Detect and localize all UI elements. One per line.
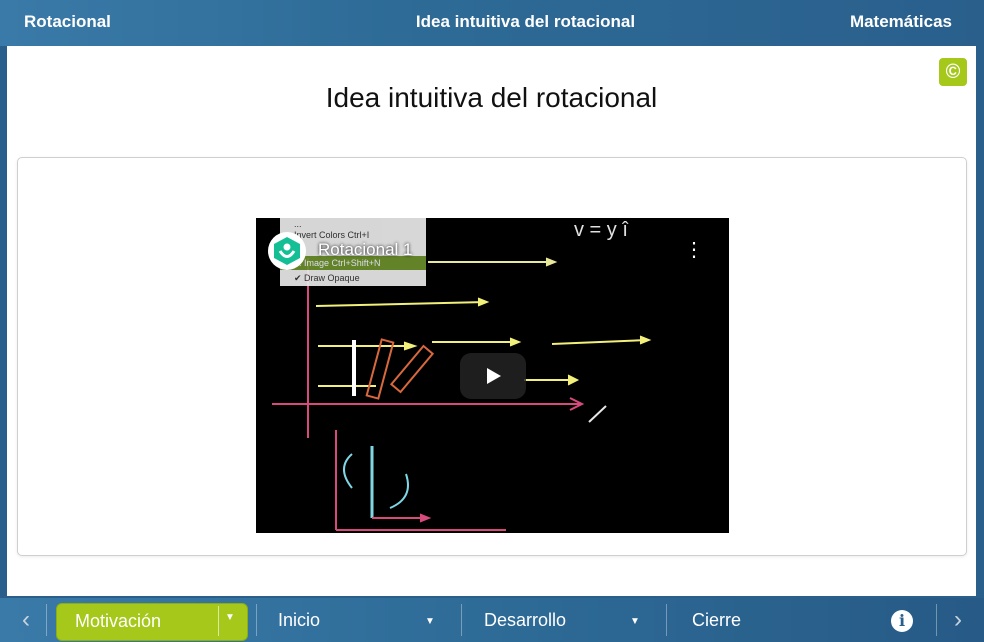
play-button[interactable] (460, 353, 526, 399)
tab-desarrollo[interactable]: Desarrollo (484, 604, 566, 636)
chevron-down-icon[interactable]: ▼ (425, 616, 435, 627)
tab-inicio[interactable]: Inicio (278, 604, 320, 636)
chevron-down-icon[interactable]: ▼ (225, 612, 235, 623)
tab-motivacion-label: Motivación (75, 611, 162, 631)
tab-motivacion[interactable]: Motivación ▼ (56, 603, 248, 641)
content-area: Idea intuitiva del rotacional © v = y î … (7, 46, 976, 596)
copyright-icon[interactable]: © (939, 58, 967, 86)
video-title[interactable]: Rotacional 1 (318, 240, 413, 260)
page-title: Idea intuitiva del rotacional (325, 82, 658, 113)
next-arrow-icon[interactable]: › (946, 608, 970, 634)
video-card: v = y î ... Invert Colors Ctrl+I ... Ima… (17, 157, 967, 556)
more-options-icon[interactable]: ⋮ (684, 240, 704, 262)
video-player[interactable]: v = y î ... Invert Colors Ctrl+I ... Ima… (256, 218, 729, 533)
play-icon (487, 368, 501, 384)
info-icon[interactable]: i (891, 610, 913, 632)
tab-cierre[interactable]: Cierre (692, 604, 741, 636)
header-bar: Rotacional Idea intuitiva del rotacional… (0, 0, 984, 46)
previous-arrow-icon[interactable]: ‹ (14, 608, 38, 634)
subject-title: Matemáticas (849, 12, 952, 31)
bottom-navigation: ‹ Motivación ▼ Inicio ▼ Desarrollo ▼ Cie… (0, 598, 984, 642)
chevron-down-icon[interactable]: ▼ (630, 616, 640, 627)
khan-academy-logo-icon[interactable] (268, 232, 306, 270)
lesson-title: Idea intuitiva del rotacional (415, 12, 636, 31)
svg-text:v = y î: v = y î (574, 219, 629, 241)
